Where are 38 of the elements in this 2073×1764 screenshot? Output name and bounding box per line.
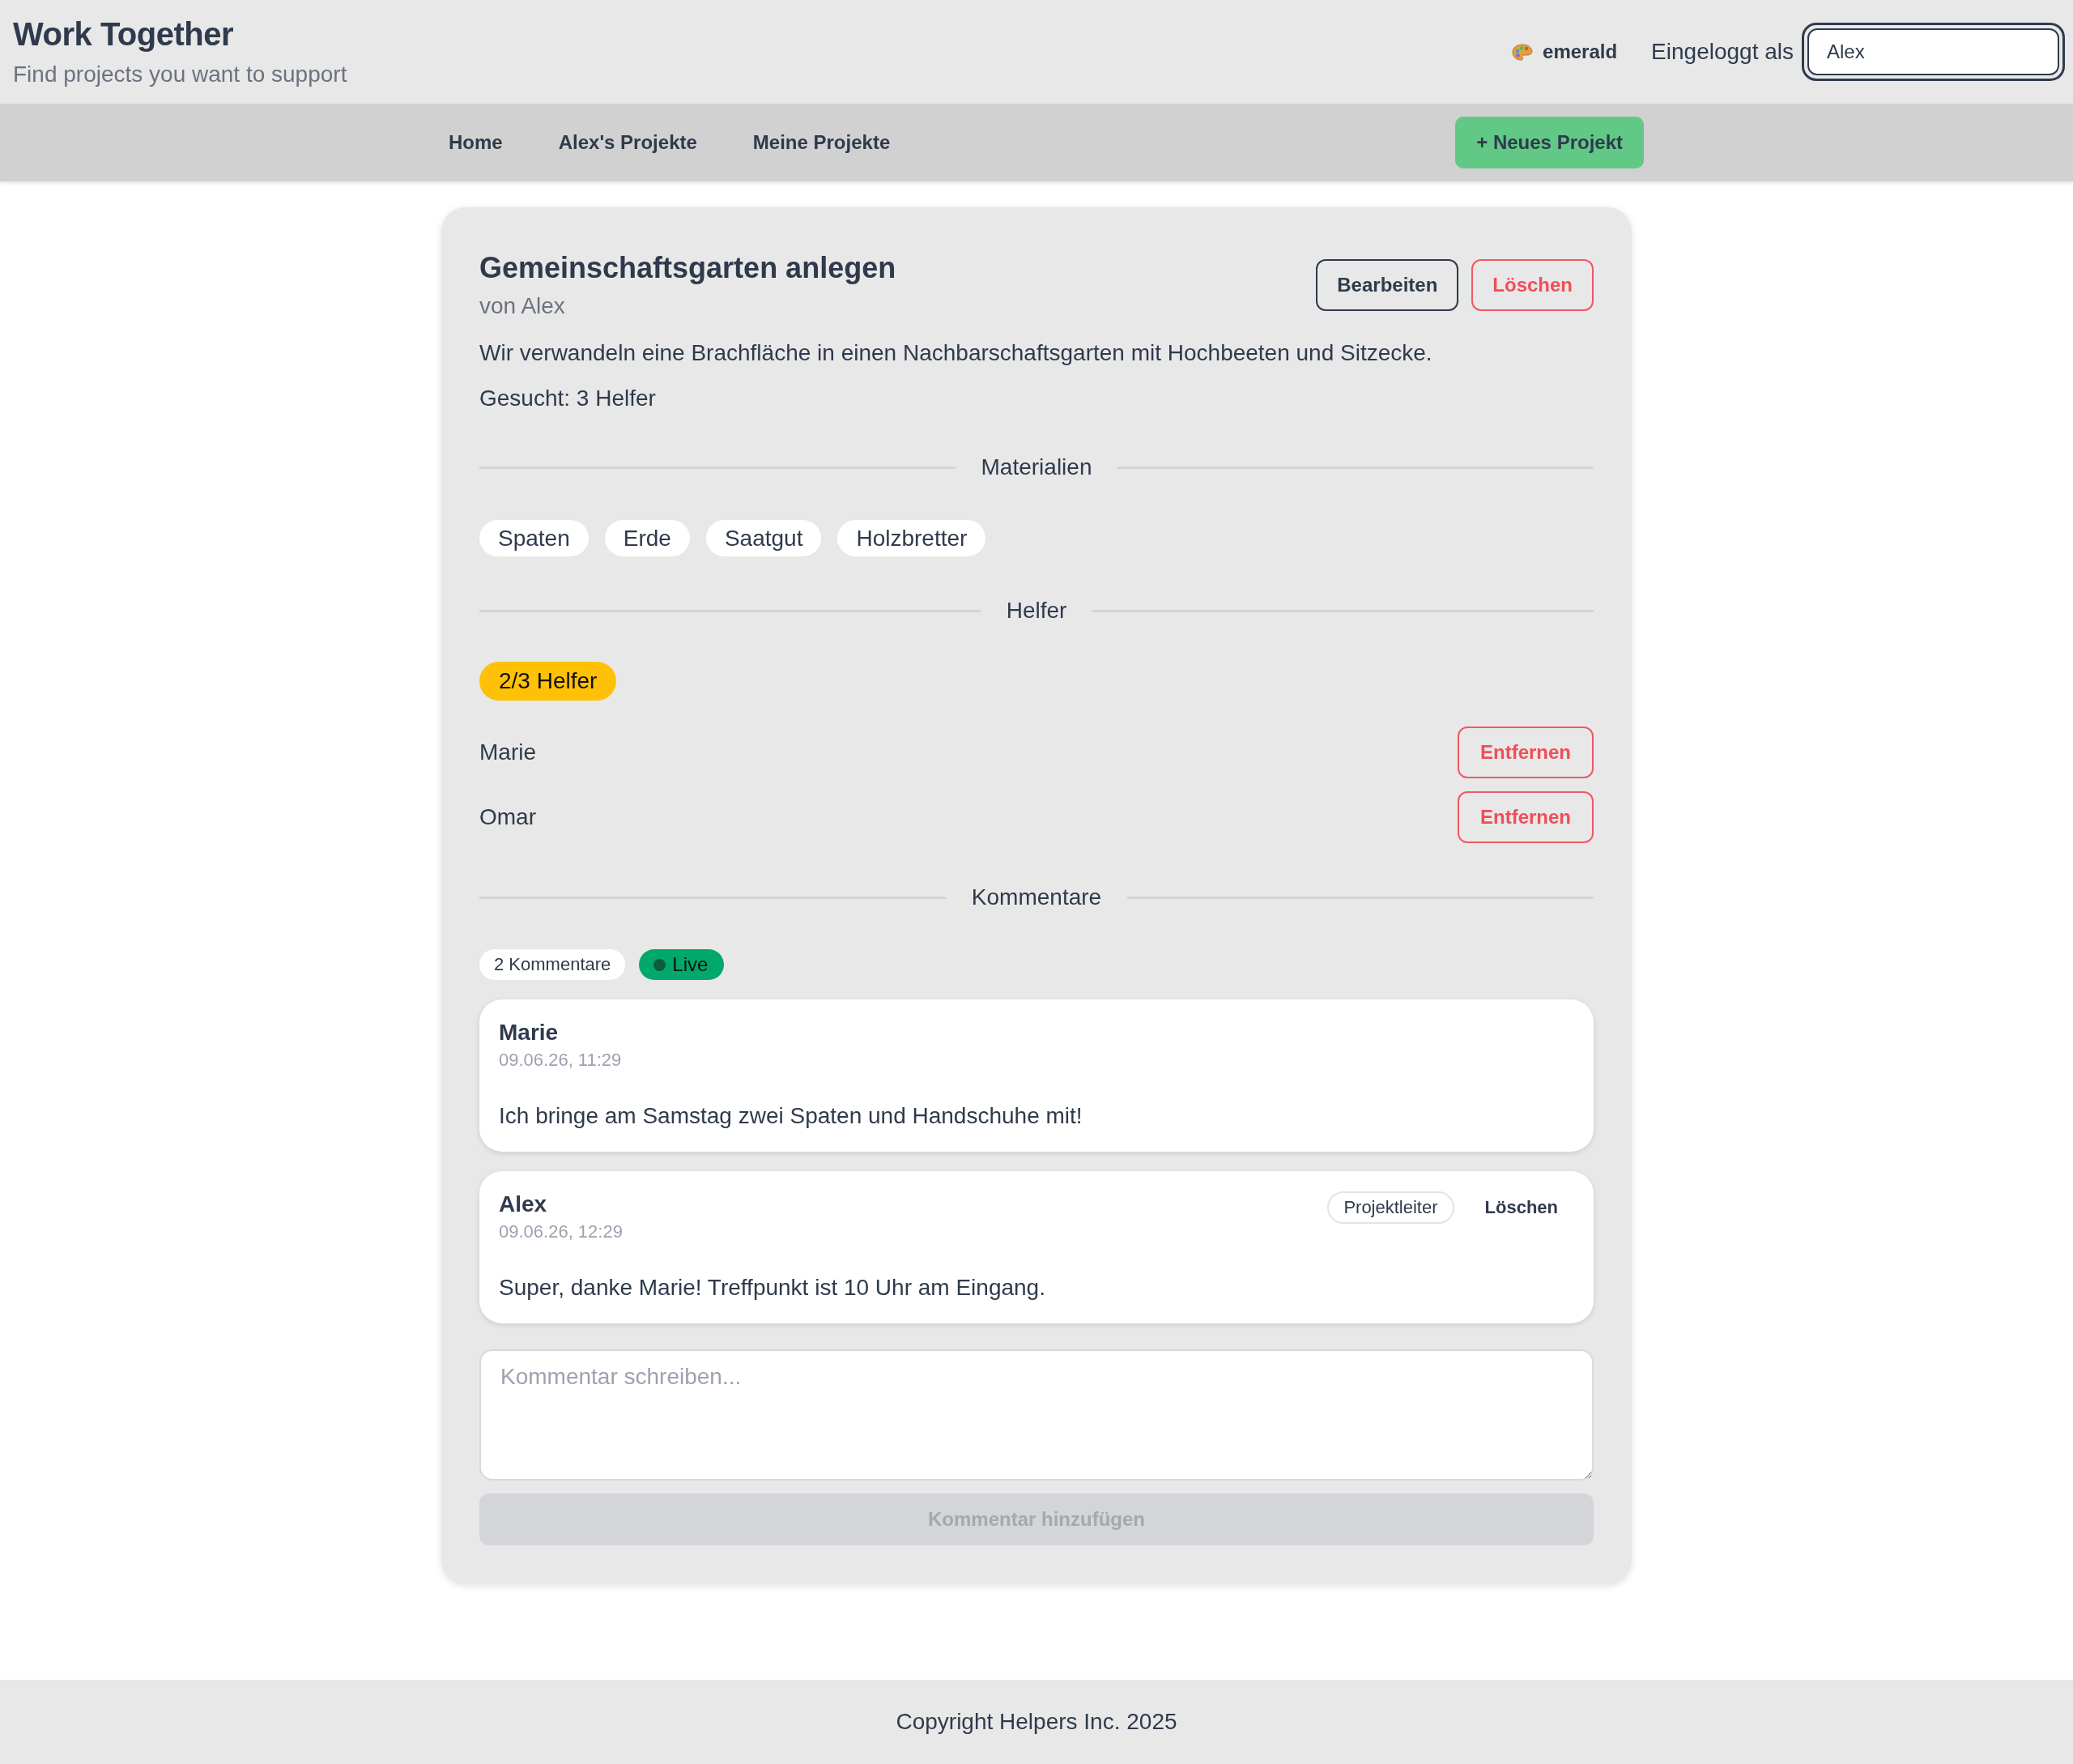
nav-link[interactable]: Meine Projekte bbox=[733, 123, 910, 162]
helpers-wanted: Gesucht: 3 Helfer bbox=[479, 385, 657, 412]
section-heading: Kommentare bbox=[971, 884, 1102, 911]
live-dot-icon bbox=[653, 958, 666, 971]
comment-count-badge: 2 Kommentare bbox=[479, 949, 626, 980]
comment-text: Ich bringe am Samstag zwei Spaten und Handschuhe mit! bbox=[499, 1102, 1083, 1130]
comment-time: 09.06.26, 11:29 bbox=[499, 1049, 622, 1072]
section-heading: Helfer bbox=[1006, 597, 1067, 624]
theme-picker[interactable]: emerald bbox=[1512, 37, 1618, 66]
footer-text: Copyright Helpers Inc. 2025 bbox=[896, 1709, 1177, 1735]
comment-text: Super, danke Marie! Treffpunkt ist 10 Uhr am Eingang. bbox=[499, 1274, 1046, 1302]
delete-comment-button[interactable]: Löschen bbox=[1468, 1191, 1574, 1225]
project-description: Wir verwandeln eine Brachfläche in einen Nachbarschaftsgarten mit Hochbeeten und Sitzecke. bbox=[479, 339, 1433, 367]
new-project-button[interactable]: + Neues Projekt bbox=[1455, 117, 1644, 168]
role-tag: Projektleiter bbox=[1327, 1191, 1454, 1224]
project-author: von Alex bbox=[479, 292, 566, 320]
project-title: Gemeinschaftsgarten anlegen bbox=[479, 250, 896, 286]
helper-count-badge: 2/3 Helfer bbox=[479, 662, 617, 701]
nav-link[interactable]: Home bbox=[429, 123, 522, 162]
comment-time: 09.06.26, 12:29 bbox=[499, 1221, 623, 1243]
material-tag: Spaten bbox=[479, 520, 589, 556]
site-title: Work Together bbox=[13, 16, 235, 52]
username-field[interactable]: Alex bbox=[1802, 23, 2065, 81]
material-tag: Saatgut bbox=[705, 520, 822, 556]
material-tag: Holzbretter bbox=[837, 520, 986, 556]
live-badge: Live bbox=[639, 949, 725, 980]
material-tag: Erde bbox=[604, 520, 690, 556]
helper-name: Omar bbox=[479, 804, 536, 830]
palette-icon bbox=[1512, 43, 1534, 61]
section-heading: Materialien bbox=[981, 454, 1092, 481]
helper-name: Marie bbox=[479, 739, 536, 765]
site-subtitle: Find projects you want to support bbox=[13, 61, 347, 88]
edit-button[interactable]: Bearbeiten bbox=[1316, 259, 1459, 311]
login-label: Eingeloggt als bbox=[1651, 39, 1794, 65]
comment-field[interactable]: Kommentar schreiben... bbox=[479, 1349, 1594, 1481]
nav-link[interactable]: Alex's Projekte bbox=[538, 123, 717, 162]
comment-author: Alex bbox=[499, 1191, 548, 1218]
comment-author: Marie bbox=[499, 1019, 560, 1046]
